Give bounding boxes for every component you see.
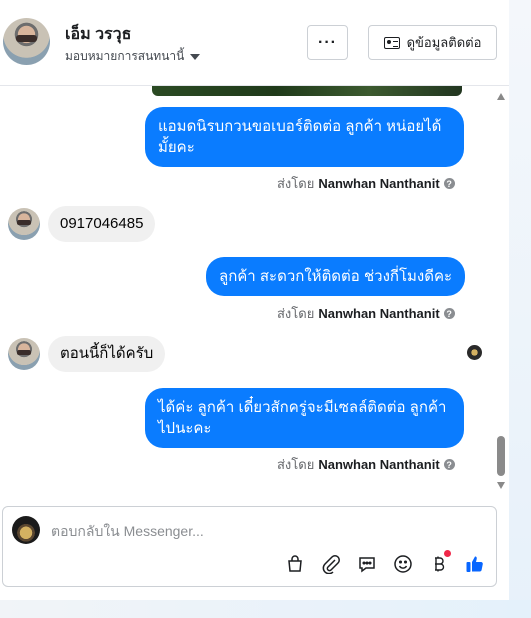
saved-reply-icon[interactable]: [356, 553, 378, 575]
sender-name: Nanwhan Nanthanit: [318, 176, 440, 191]
emoji-icon[interactable]: [392, 553, 414, 575]
contact-card-icon: [383, 36, 400, 49]
background-strip-bottom: [0, 600, 531, 618]
seen-receipt-avatar: [467, 345, 482, 360]
sender-name: Nanwhan Nanthanit: [318, 457, 440, 472]
conversation-panel: เอ็ม วรวุธ มอบหมายการสนทนานี้ ··· ดูข้อม…: [0, 0, 509, 600]
contact-avatar-small: [8, 208, 40, 240]
scrollbar-thumb[interactable]: [497, 436, 505, 476]
more-options-button[interactable]: ···: [307, 25, 348, 60]
message-bubble-outgoing[interactable]: ได้ค่ะ ลูกค้า เดี๋ยวสักครู่จะมีเซลล์ติดต…: [145, 388, 464, 448]
message-composer: [2, 506, 497, 587]
notification-dot: [444, 550, 451, 557]
assign-label: มอบหมายการสนทนานี้: [65, 49, 185, 63]
contact-name[interactable]: เอ็ม วรวุธ: [65, 22, 131, 47]
message-bubble-outgoing[interactable]: ลูกค้า สะดวกให้ติดต่อ ช่วงกี่โมงดีคะ: [206, 257, 466, 296]
reply-input[interactable]: [51, 520, 471, 542]
help-icon[interactable]: ?: [443, 178, 455, 189]
message-bubble-outgoing[interactable]: แอมดนิรบกวนขอเบอร์ติดต่อ ลูกค้า หน่อยได้…: [145, 107, 464, 167]
sender-name: Nanwhan Nanthanit: [318, 306, 440, 321]
sent-by-label: ส่งโดย Nanwhan Nanthanit ?: [277, 173, 455, 194]
scroll-down-arrow[interactable]: [497, 482, 505, 489]
shopping-bag-icon[interactable]: [284, 553, 306, 575]
thumbs-up-icon[interactable]: [464, 553, 486, 575]
assign-conversation-dropdown[interactable]: มอบหมายการสนทนานี้: [65, 47, 201, 66]
view-contact-info-button[interactable]: ดูข้อมูลติดต่อ: [368, 25, 497, 60]
help-icon[interactable]: ?: [443, 459, 455, 470]
scroll-up-arrow[interactable]: [497, 93, 505, 100]
message-bubble-incoming[interactable]: ตอนนี้ก็ได้ครับ: [48, 336, 166, 372]
sent-by-label: ส่งโดย Nanwhan Nanthanit ?: [277, 303, 455, 324]
contact-info-label: ดูข้อมูลติดต่อ: [406, 35, 482, 50]
help-icon[interactable]: ?: [443, 308, 455, 319]
shared-image-partial[interactable]: [152, 86, 462, 96]
conversation-header: เอ็ม วรวุธ มอบหมายการสนทนานี้ ··· ดูข้อม…: [0, 0, 509, 86]
contact-avatar[interactable]: [3, 18, 50, 65]
page-avatar: [12, 516, 40, 544]
contact-avatar-small: [8, 338, 40, 370]
sent-by-label: ส่งโดย Nanwhan Nanthanit ?: [277, 454, 455, 475]
paperclip-icon[interactable]: [320, 553, 342, 575]
background-strip-right: [509, 0, 531, 618]
message-bubble-incoming[interactable]: 0917046485: [48, 206, 156, 242]
message-thread: แอมดนิรบกวนขอเบอร์ติดต่อ ลูกค้า หน่อยได้…: [0, 86, 509, 496]
caret-down-icon: [190, 53, 201, 60]
